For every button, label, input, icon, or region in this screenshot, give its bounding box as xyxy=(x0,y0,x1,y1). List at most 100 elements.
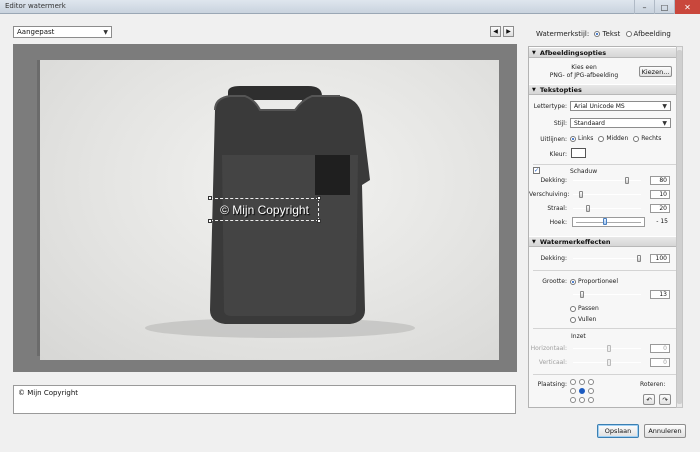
minimize-button[interactable]: – xyxy=(634,0,654,14)
effects-opacity-value[interactable]: 100 xyxy=(650,254,670,263)
maximize-button[interactable]: □ xyxy=(654,0,674,14)
resize-handle[interactable] xyxy=(317,219,321,223)
font-style-dropdown[interactable]: Standaard ▼ xyxy=(570,118,671,128)
resize-handle[interactable] xyxy=(317,196,321,200)
chevron-down-icon: ▼ xyxy=(103,28,108,36)
divider xyxy=(533,328,679,329)
radio-icon xyxy=(570,305,576,312)
shadow-radius-label: Straal: xyxy=(547,205,567,212)
size-fill[interactable]: Vullen xyxy=(570,316,596,323)
chevron-down-icon: ▼ xyxy=(662,102,667,110)
resize-handle[interactable] xyxy=(208,219,212,223)
choose-image-button[interactable]: Kiezen... xyxy=(639,66,672,77)
shadow-opacity-slider[interactable] xyxy=(573,177,641,184)
settings-panel: ▼ Afbeeldingsopties Kies een PNG- of JPG… xyxy=(528,46,683,408)
inset-label: Inzet xyxy=(571,333,586,340)
size-fit[interactable]: Passen xyxy=(570,305,599,312)
slider-thumb[interactable] xyxy=(586,205,590,212)
shadow-offset-slider[interactable] xyxy=(573,191,641,198)
slider-thumb[interactable] xyxy=(607,359,611,366)
style-label: Stijl: xyxy=(553,120,567,127)
slider-thumb[interactable] xyxy=(637,255,641,262)
section-watermark-effects[interactable]: ▼ Watermerkeffecten xyxy=(529,236,682,247)
color-swatch[interactable] xyxy=(571,148,586,158)
shadow-checkbox[interactable]: ✓ xyxy=(533,167,540,174)
shadow-offset-value[interactable]: 10 xyxy=(650,190,670,199)
slider-thumb[interactable] xyxy=(607,345,611,352)
anchor-point[interactable] xyxy=(579,388,585,394)
anchor-label: Plaatsing: xyxy=(537,381,567,388)
slider-thumb[interactable] xyxy=(580,291,584,298)
shadow-opacity-value[interactable]: 80 xyxy=(650,176,670,185)
align-right[interactable]: Rechts xyxy=(633,135,661,142)
font-label: Lettertype: xyxy=(533,103,567,110)
slider-thumb[interactable] xyxy=(625,177,629,184)
collapse-icon: ▼ xyxy=(532,86,536,93)
vertical-value[interactable]: 0 xyxy=(650,358,670,367)
size-label: Grootte: xyxy=(542,278,567,285)
preview-margin-top xyxy=(13,44,517,60)
vertical-slider[interactable] xyxy=(573,359,641,366)
align-center[interactable]: Midden xyxy=(598,135,628,142)
divider xyxy=(533,164,679,165)
font-dropdown[interactable]: Arial Unicode MS ▼ xyxy=(570,101,671,111)
divider xyxy=(533,374,679,375)
slider-thumb[interactable] xyxy=(603,218,607,225)
align-label: Uitlijnen: xyxy=(540,136,567,143)
previous-image-button[interactable]: ◀ xyxy=(490,26,501,37)
watermark-style-label: Watermerkstijl: xyxy=(536,30,590,38)
style-option-image[interactable]: Afbeelding xyxy=(625,30,671,38)
collapse-icon: ▼ xyxy=(532,238,536,245)
horizontal-slider[interactable] xyxy=(573,345,641,352)
anchor-point[interactable] xyxy=(579,379,585,385)
size-value[interactable]: 13 xyxy=(650,290,670,299)
vertical-label: Verticaal: xyxy=(538,359,567,366)
watermark-text-overlay[interactable]: © Mijn Copyright xyxy=(208,196,321,223)
style-option-text[interactable]: Tekst xyxy=(594,30,620,38)
size-slider[interactable] xyxy=(573,291,641,298)
scrollbar-thumb[interactable] xyxy=(677,50,682,404)
anchor-grid[interactable] xyxy=(570,379,598,407)
anchor-point[interactable] xyxy=(570,388,576,394)
anchor-point[interactable] xyxy=(588,388,594,394)
effects-opacity-slider[interactable] xyxy=(573,255,641,262)
slider-track xyxy=(576,222,641,223)
rotate-left-icon: ↶ xyxy=(646,395,652,404)
effects-opacity-label: Dekking: xyxy=(540,255,567,262)
horizontal-value[interactable]: 0 xyxy=(650,344,670,353)
radio-icon xyxy=(633,135,640,142)
title-bar: Editor watermerk – □ ✕ xyxy=(0,0,700,14)
radio-icon xyxy=(570,135,576,142)
rotate-right-icon: ↷ xyxy=(662,395,668,404)
shadow-opacity-label: Dekking: xyxy=(540,177,567,184)
shadow-angle-slider[interactable] xyxy=(572,217,645,227)
preset-value: Aangepast xyxy=(17,28,55,36)
shadow-radius-value[interactable]: 20 xyxy=(650,204,670,213)
save-button[interactable]: Opslaan xyxy=(597,424,639,438)
anchor-point[interactable] xyxy=(570,379,576,385)
anchor-point[interactable] xyxy=(588,379,594,385)
next-image-button[interactable]: ▶ xyxy=(503,26,514,37)
resize-handle[interactable] xyxy=(208,196,212,200)
radio-icon xyxy=(570,278,576,285)
shadow-angle-label: Hoek: xyxy=(549,219,567,226)
anchor-point[interactable] xyxy=(570,397,576,403)
shadow-offset-label: Verschuiving: xyxy=(529,191,570,198)
close-button[interactable]: ✕ xyxy=(674,0,700,14)
section-image-options[interactable]: ▼ Afbeeldingsopties xyxy=(529,47,682,58)
align-left[interactable]: Links xyxy=(570,135,593,142)
rotate-right-button[interactable]: ↷ xyxy=(659,394,671,405)
section-text-options[interactable]: ▼ Tekstopties xyxy=(529,84,682,95)
anchor-point[interactable] xyxy=(579,397,585,403)
slider-thumb[interactable] xyxy=(579,191,583,198)
watermark-text-input[interactable]: © Mijn Copyright xyxy=(13,385,516,414)
panel-scrollbar[interactable] xyxy=(676,46,683,408)
size-proportional[interactable]: Proportioneel xyxy=(570,278,618,285)
radio-icon xyxy=(625,31,632,37)
preset-dropdown[interactable]: Aangepast ▼ xyxy=(13,26,112,38)
shadow-angle-value[interactable]: - 15 xyxy=(650,218,670,227)
shadow-radius-slider[interactable] xyxy=(573,205,641,212)
rotate-left-button[interactable]: ↶ xyxy=(643,394,655,405)
cancel-button[interactable]: Annuleren xyxy=(644,424,686,438)
anchor-point[interactable] xyxy=(588,397,594,403)
